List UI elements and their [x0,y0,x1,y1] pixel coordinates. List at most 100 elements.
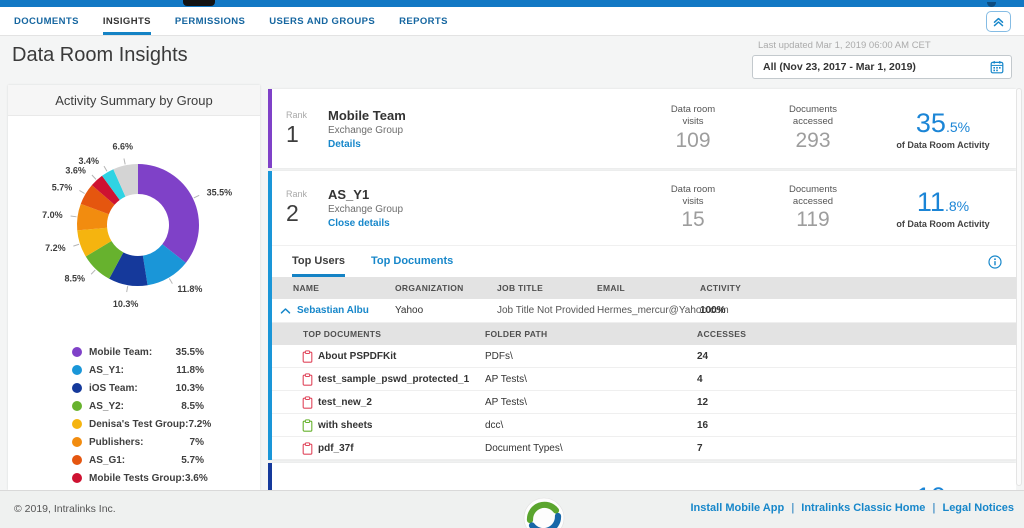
visits-value: 109 [638,129,748,153]
nav-tab-insights[interactable]: INSIGHTS [103,7,151,35]
legend-label: Mobile Tests Group: [89,473,185,484]
legend-label: Denisa's Test Group: [89,419,188,430]
legend-item: Denisa's Test Group:7.2% [8,415,260,433]
rank-box: Rank 1 [272,110,328,148]
user-name-link[interactable]: Sebastian Albu [297,305,369,316]
activity-percent: 11.8% of Data Room Activity [878,187,1016,229]
nav-tab-users-and-groups[interactable]: USERS AND GROUPS [269,7,375,35]
doc-name[interactable]: test_sample_pswd_protected_1 [318,374,469,385]
nav-tab-reports[interactable]: REPORTS [399,7,448,35]
doc-accesses: 7 [697,443,1016,454]
user-row[interactable]: Sebastian Albu Yahoo Job Title Not Provi… [272,299,1016,323]
rank-card-ios-team: Rank iOS Team Data room visits Documents… [268,463,1016,490]
accessed-label: Documents accessed [748,104,878,128]
legend-item: Mobile Team:35.5% [8,343,260,361]
doc-accesses: 12 [697,397,1016,408]
legend-swatch [72,401,82,411]
visits-label: Data room visits [638,184,748,208]
accessed-value: 119 [748,208,878,232]
slice-percent-label: 5.7% [52,182,73,192]
pdf-document-icon [302,442,313,455]
doc-name[interactable]: About PSPDFKit [318,351,396,362]
footer-links: Install Mobile App | Intralinks Classic … [690,502,1014,514]
col-email: EMAIL [597,283,700,293]
doc-folder-path: Document Types\ [485,443,697,454]
footer: © 2019, Intralinks Inc. Install Mobile A… [0,490,1024,528]
legend-value: 35.5% [176,347,204,358]
data-room-visits-stat: Data room visits 109 [638,104,748,153]
legend-item: AS_G1:5.7% [8,451,260,469]
doc-name[interactable]: pdf_37f [318,443,354,454]
doc-folder-path: dcc\ [485,420,697,431]
doc-table-header: TOP DOCUMENTS FOLDER PATH ACCESSES [272,323,1016,345]
legend-item: Publishers:7% [8,433,260,451]
doc-row[interactable]: test_sample_pswd_protected_1AP Tests\4 [272,368,1016,391]
legend-item: AS_Y1:11.8% [8,361,260,379]
activity-donut-chart: 35.5%11.8%10.3%8.5%7.2%7.0%5.7%3.6%3.4%6… [8,116,260,346]
doc-name[interactable]: with sheets [318,420,372,431]
legend-value: 8.5% [181,401,204,412]
documents-accessed-stat: Documents accessed 293 [748,104,878,153]
link-separator: | [791,502,794,514]
legend-value: 5.7% [181,455,204,466]
slice-label-tick [104,166,107,171]
doc-accesses: 16 [697,420,1016,431]
info-icon[interactable] [988,255,1002,269]
group-rank-list: Rank 1 Mobile Team Exchange Group Detail… [268,85,1016,490]
group-info: AS_Y1 Exchange Group Close details [328,187,638,229]
close-details-link[interactable]: Close details [328,218,638,229]
slice-percent-label: 6.6% [112,142,133,152]
accessed-label: Documents accessed [748,184,878,208]
col-folder-path: FOLDER PATH [485,329,697,339]
slice-label-tick [127,286,128,292]
nav-tab-permissions[interactable]: PERMISSIONS [175,7,245,35]
doc-accesses: 24 [697,351,1016,362]
double-chevron-up-icon [992,15,1005,28]
legend-item: Mobile Tests Group:3.6% [8,469,260,487]
user-table-header: NAME ORGANIZATION JOB TITLE EMAIL ACTIVI… [272,277,1016,299]
percent-fraction: .8% [945,198,969,214]
slice-label-tick [79,190,84,193]
doc-name[interactable]: test_new_2 [318,397,372,408]
slice-label-tick [71,216,77,217]
details-link[interactable]: Details [328,139,638,150]
nav-tab-documents[interactable]: DOCUMENTS [14,7,79,35]
legend-swatch [72,365,82,375]
install-mobile-app-link[interactable]: Install Mobile App [690,502,784,514]
slice-label-tick [194,195,199,198]
group-name: AS_Y1 [328,187,638,202]
header-right: Last updated Mar 1, 2019 06:00 AM CET Al… [752,40,1012,79]
percent-main: 10 [916,482,946,491]
legend-value: 3.6% [185,473,208,484]
date-range-filter[interactable]: All (Nov 23, 2017 - Mar 1, 2019) [752,55,1012,79]
percent-caption: of Data Room Activity [878,140,1008,150]
calendar-icon [990,60,1004,74]
doc-folder-path: AP Tests\ [485,374,697,385]
doc-row[interactable]: About PSPDFKitPDFs\24 [272,345,1016,368]
top-bar-notch [183,0,215,6]
data-room-visits-stat: Data room visits 15 [638,184,748,233]
legend-swatch [72,437,82,447]
group-type: Exchange Group [328,204,638,215]
percent-main: 35 [916,108,946,138]
slice-percent-label: 3.4% [78,156,99,166]
collapse-row-chevron-icon[interactable] [280,307,291,315]
group-type: Exchange Group [328,125,638,136]
top-brand-bar [0,0,1024,7]
collapse-panel-button[interactable] [986,11,1011,32]
doc-row[interactable]: test_new_2AP Tests\12 [272,391,1016,414]
legend-swatch [72,383,82,393]
pdf-document-icon [302,373,313,386]
tab-top-users[interactable]: Top Users [292,246,345,277]
scrollbar[interactable] [1016,88,1022,486]
visits-label: Data room visits [638,104,748,128]
legend-label: iOS Team: [89,383,176,394]
intralinks-classic-home-link[interactable]: Intralinks Classic Home [801,502,925,514]
doc-row[interactable]: pdf_37f Document Types\7 [272,437,1016,460]
legal-notices-link[interactable]: Legal Notices [942,502,1014,514]
doc-row[interactable]: with sheets dcc\16 [272,414,1016,437]
donut-slice[interactable] [138,164,199,263]
main-nav: DOCUMENTS INSIGHTS PERMISSIONS USERS AND… [0,7,1024,36]
tab-top-documents[interactable]: Top Documents [371,246,453,277]
legend-label: AS_G1: [89,455,181,466]
